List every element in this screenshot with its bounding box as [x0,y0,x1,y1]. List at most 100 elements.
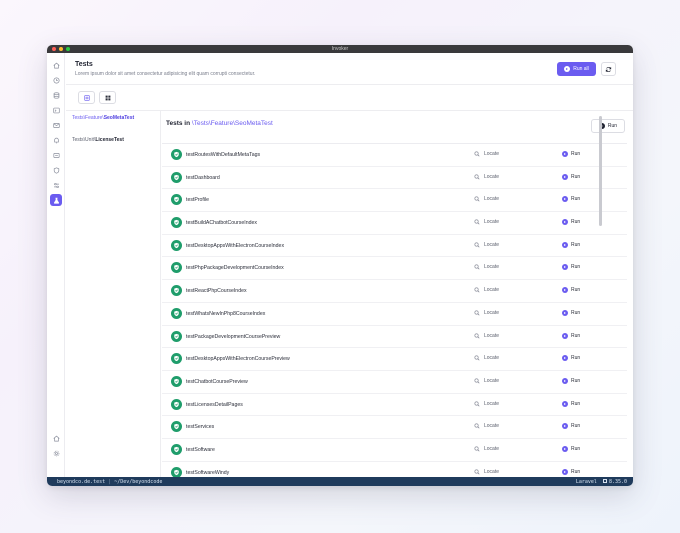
clock-icon[interactable] [50,74,62,86]
tests-title-name: SeoMetaTest [234,120,273,127]
locate-button[interactable]: Locate [474,219,499,225]
shield-check-icon [171,375,182,387]
play-icon [562,287,568,294]
page-title: Tests [75,61,93,68]
locate-button[interactable]: Locate [474,264,499,270]
test-file-item[interactable]: Tests\Unit\LicenseTest [72,137,124,143]
shield-check-icon [171,307,182,319]
locate-button[interactable]: Locate [474,151,499,157]
test-name: testRoutesWithDefaultMetaTags [186,152,261,158]
bell-icon[interactable] [50,134,62,146]
run-test-label: Run [571,219,581,226]
run-test-button[interactable]: Run [562,241,580,248]
test-row: testPackageDevelopmentCoursePreview Locat… [162,324,627,348]
locate-button[interactable]: Locate [474,355,499,361]
run-test-button[interactable]: Run [562,400,580,407]
settings-icon[interactable] [50,447,62,459]
locate-button[interactable]: Locate [474,196,499,202]
run-test-button[interactable]: Run [562,309,580,316]
test-file-item[interactable]: Tests\Feature\SeoMetaTest [72,115,134,121]
home-icon[interactable] [50,59,62,71]
close-window-button[interactable] [52,47,56,51]
search-icon [474,446,480,452]
status-bar: beyondco.de.test | ~/Dev/beyondcode Larave… [47,477,633,486]
list-view-button[interactable] [78,91,95,104]
locate-button[interactable]: Locate [474,333,499,339]
test-row: testChatbotCoursePreview Locate Run [162,369,627,393]
run-test-label: Run [571,377,581,384]
locate-button[interactable]: Locate [474,287,499,293]
test-file-name: SeoMetaTest [103,115,135,121]
scrollbar[interactable] [599,116,602,476]
locate-button[interactable]: Locate [474,378,499,384]
run-test-label: Run [571,445,581,452]
shield-icon[interactable] [50,164,62,176]
locate-label: Locate [484,400,500,407]
test-name: testPhpPackageDevelopmentCourseIndex [186,265,284,272]
run-test-label: Run [571,468,581,475]
maximize-window-button[interactable] [66,47,70,51]
play-icon [562,423,568,430]
view-toggle [78,91,116,104]
run-test-label: Run [571,355,581,362]
run-test-button[interactable]: Run [562,468,581,475]
package-icon [602,479,607,483]
database-icon[interactable] [50,89,62,101]
search-icon [474,264,480,270]
run-file-button[interactable]: Run [591,119,625,133]
run-test-button[interactable]: Run [562,355,581,362]
tests-icon[interactable] [50,194,62,206]
locate-button[interactable]: Locate [474,423,499,429]
run-test-button[interactable]: Run [562,264,581,271]
run-test-label: Run [571,173,581,180]
play-icon [562,219,568,226]
locate-button[interactable]: Locate [474,174,499,180]
search-icon [474,287,480,293]
run-file-label: Run [607,123,618,129]
play-icon [564,66,571,72]
locate-button[interactable]: Locate [474,401,499,407]
run-test-button[interactable]: Run [562,219,581,226]
test-row: testServices Locate Run [162,415,627,438]
test-name: testDesktopAppsWithElectronCoursePreview [186,356,290,363]
locate-button[interactable]: Locate [474,446,499,452]
play-icon [562,309,568,316]
refresh-button[interactable] [601,62,616,76]
locate-label: Locate [484,355,500,362]
status-host: beyondco.de.test [57,478,106,485]
play-icon [562,445,568,452]
minimize-window-button[interactable] [59,47,63,51]
search-icon [474,310,480,316]
run-test-button[interactable]: Run [562,423,580,430]
terminal-icon[interactable] [50,104,62,116]
grid-view-button[interactable] [99,91,116,104]
run-test-button[interactable]: Run [562,287,580,294]
locate-button[interactable]: Locate [474,310,499,316]
scrollbar-thumb[interactable] [599,116,602,226]
run-test-button[interactable]: Run [562,332,580,339]
shield-check-icon [171,285,182,297]
locate-button[interactable]: Locate [474,469,499,475]
search-icon [474,219,480,225]
run-test-button[interactable]: Run [562,196,580,203]
switches-icon[interactable] [50,179,62,191]
run-all-button[interactable]: Run all [557,62,596,76]
test-name: testBuildAChatbotCourseIndex [186,220,257,227]
shield-check-icon [171,171,182,183]
run-test-button[interactable]: Run [562,173,581,180]
shield-check-icon [171,330,182,342]
play-icon [562,196,568,203]
test-name: testReactPhpCourseIndex [186,288,247,295]
test-file-prefix: Tests\Unit\ [72,137,96,143]
run-test-button[interactable]: Run [562,445,581,452]
house-icon[interactable] [50,432,62,444]
run-test-label: Run [571,264,581,271]
tests-panel-title: Tests in \Tests\Feature\SeoMetaTest [166,120,273,127]
locate-button[interactable]: Locate [474,242,499,248]
window-title: Invoker [331,46,349,52]
mail-icon[interactable] [50,119,62,131]
run-test-button[interactable]: Run [562,151,580,157]
run-test-button[interactable]: Run [562,377,581,384]
status-framework: Laravel [575,478,597,485]
cache-icon[interactable] [50,149,62,161]
